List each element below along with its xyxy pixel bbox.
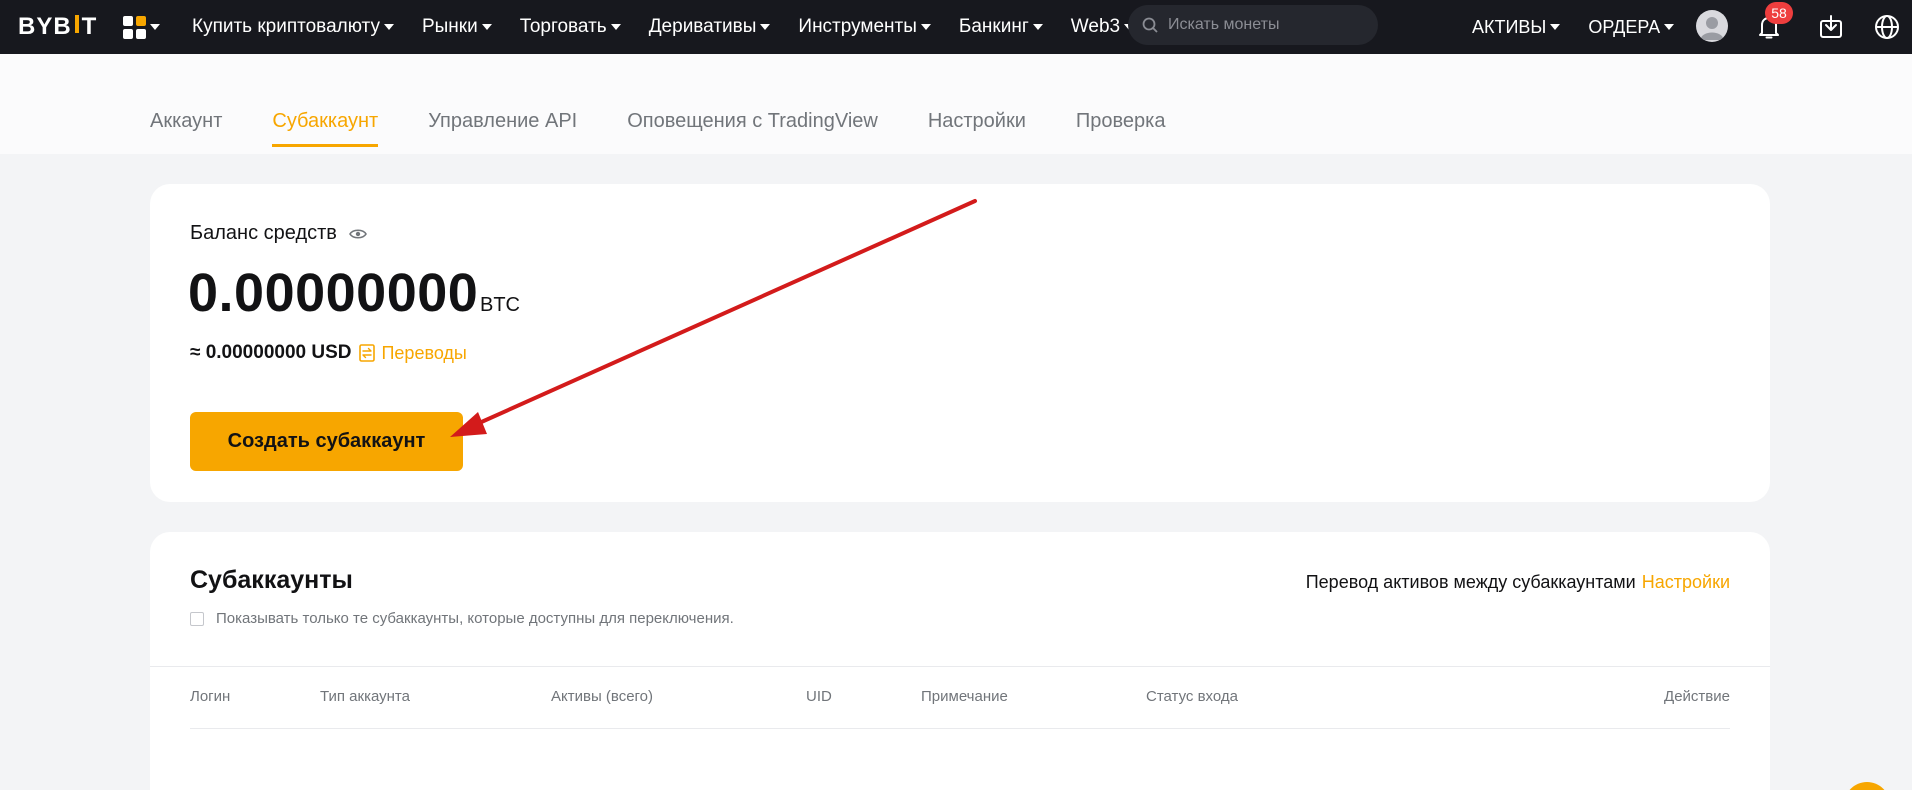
balance-card: Баланс средств 0.00000000 BTC ≈ 0.000000… bbox=[150, 184, 1770, 502]
tab-settings[interactable]: Настройки bbox=[928, 110, 1026, 147]
subaccount-transfer-settings: Перевод активов между субаккаунтами Наст… bbox=[1306, 572, 1730, 593]
nav-item-assets[interactable]: АКТИВЫ bbox=[1472, 16, 1561, 38]
tab-verification[interactable]: Проверка bbox=[1076, 110, 1166, 147]
balance-usd: ≈ 0.00000000 USD bbox=[190, 342, 352, 363]
chevron-down-icon bbox=[1550, 24, 1561, 30]
nav-item-orders[interactable]: ОРДЕРА bbox=[1588, 16, 1675, 38]
nav-item-label: Инструменты bbox=[798, 16, 917, 37]
nav-item-banking[interactable]: Банкинг bbox=[959, 16, 1043, 38]
nav-item-tools[interactable]: Инструменты bbox=[798, 16, 931, 38]
logo-text-left: BYB bbox=[18, 13, 72, 40]
chevron-down-icon bbox=[1664, 24, 1675, 30]
tab-api-management[interactable]: Управление API bbox=[428, 110, 577, 147]
column-uid: UID bbox=[806, 688, 832, 705]
chevron-down-icon bbox=[1032, 24, 1043, 30]
nav-item-label: Деривативы bbox=[648, 16, 757, 37]
nav-item-label: Торговать bbox=[519, 16, 607, 37]
nav-item-derivatives[interactable]: Деривативы bbox=[649, 16, 771, 38]
subaccounts-table-header: Логин Тип аккаунта Активы (всего) UID Пр… bbox=[190, 688, 1730, 728]
nav-item-trade[interactable]: Торговать bbox=[520, 16, 621, 38]
account-tabs: Аккаунт Субаккаунт Управление API Оповещ… bbox=[150, 110, 1216, 147]
chevron-down-icon bbox=[481, 24, 492, 30]
notification-badge: 58 bbox=[1765, 2, 1793, 24]
globe-icon[interactable] bbox=[1872, 12, 1902, 42]
transfer-icon bbox=[359, 344, 376, 362]
tab-tradingview-alerts[interactable]: Оповещения с TradingView bbox=[627, 110, 878, 147]
download-icon[interactable] bbox=[1816, 12, 1846, 42]
column-login-status: Статус входа bbox=[1146, 688, 1238, 705]
apps-grid-icon bbox=[123, 15, 146, 39]
main-menu: Купить криптовалюту Рынки Торговать Дери… bbox=[192, 0, 1162, 54]
balance-label: Баланс средств bbox=[190, 222, 337, 244]
bybit-logo[interactable]: BYB T bbox=[18, 12, 97, 42]
column-account-type: Тип аккаунта bbox=[320, 688, 410, 705]
top-navigation: BYB T Купить криптовалюту Рынки Торговать… bbox=[0, 0, 1912, 54]
right-menu: АКТИВЫ ОРДЕРА bbox=[1472, 0, 1702, 54]
tab-account[interactable]: Аккаунт bbox=[150, 110, 222, 147]
chevron-down-icon bbox=[383, 24, 394, 30]
chevron-down-icon bbox=[760, 24, 771, 30]
search-box[interactable] bbox=[1128, 5, 1378, 45]
logo-bar bbox=[74, 15, 79, 33]
transfers-link-label: Переводы bbox=[381, 342, 467, 363]
nav-item-web3[interactable]: Web3 bbox=[1070, 16, 1135, 38]
switchable-filter-label: Показывать только те субаккаунты, которы… bbox=[216, 610, 734, 627]
table-header-divider bbox=[190, 728, 1730, 729]
avatar[interactable] bbox=[1696, 10, 1728, 42]
nav-item-buy-crypto[interactable]: Купить криптовалюту bbox=[192, 16, 394, 38]
balance-value: 0.00000000 bbox=[188, 263, 479, 323]
search-input[interactable] bbox=[1168, 16, 1358, 34]
nav-item-label: Банкинг bbox=[958, 16, 1029, 37]
apps-menu-button[interactable] bbox=[123, 13, 163, 41]
nav-item-label: Рынки bbox=[421, 16, 478, 37]
logo-text-right: T bbox=[81, 13, 98, 40]
support-chat-button[interactable] bbox=[1844, 782, 1890, 790]
subaccount-transfer-text: Перевод активов между субаккаунтами bbox=[1305, 572, 1636, 592]
subaccounts-title: Субаккаунты bbox=[190, 566, 353, 594]
account-tabs-bar: Аккаунт Субаккаунт Управление API Оповещ… bbox=[0, 54, 1912, 154]
eye-icon[interactable] bbox=[348, 227, 367, 241]
nav-item-markets[interactable]: Рынки bbox=[422, 16, 492, 38]
column-action: Действие bbox=[1664, 688, 1730, 705]
chevron-down-icon bbox=[920, 24, 931, 30]
balance-usd-row: ≈ 0.00000000 USD Переводы bbox=[190, 342, 467, 364]
nav-item-label: Web3 bbox=[1070, 16, 1121, 37]
search-icon bbox=[1142, 17, 1158, 33]
chevron-down-icon bbox=[610, 24, 621, 30]
subaccount-settings-link[interactable]: Настройки bbox=[1642, 572, 1730, 593]
nav-item-label: Купить криптовалюту bbox=[192, 16, 380, 37]
balance-label-row: Баланс средств bbox=[190, 222, 367, 245]
transfers-link[interactable]: Переводы bbox=[359, 342, 467, 364]
switchable-filter[interactable]: Показывать только те субаккаунты, которы… bbox=[190, 610, 734, 627]
column-login: Логин bbox=[190, 688, 231, 705]
switchable-filter-checkbox[interactable] bbox=[190, 611, 204, 626]
nav-item-label: ОРДЕРА bbox=[1588, 16, 1661, 37]
column-assets-total: Активы (всего) bbox=[551, 688, 654, 705]
column-note: Примечание bbox=[921, 688, 1008, 705]
divider bbox=[150, 666, 1770, 667]
chevron-down-icon bbox=[150, 24, 160, 30]
balance-unit: BTC bbox=[480, 294, 520, 316]
create-subaccount-button[interactable]: Создать субаккаунт bbox=[190, 412, 463, 471]
user-icon bbox=[1700, 17, 1724, 40]
subaccounts-card: Субаккаунты Показывать только те субакка… bbox=[150, 532, 1770, 790]
nav-item-label: АКТИВЫ bbox=[1472, 16, 1547, 37]
tab-subaccount[interactable]: Субаккаунт bbox=[272, 110, 378, 147]
